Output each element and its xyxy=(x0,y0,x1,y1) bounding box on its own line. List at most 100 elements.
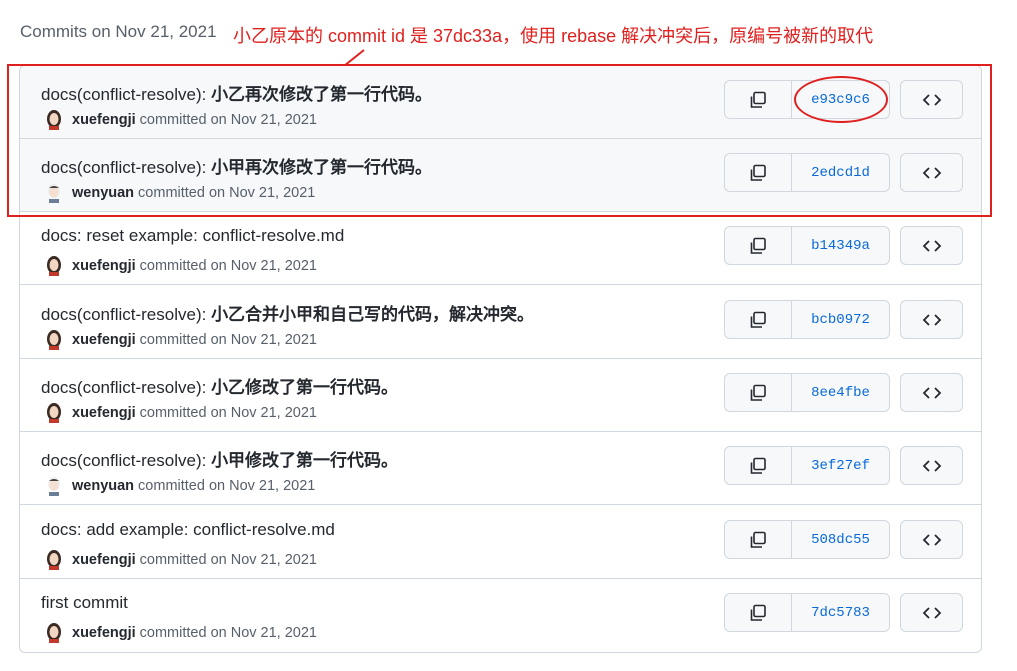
avatar[interactable] xyxy=(46,330,62,350)
commit-message-prefix: first commit xyxy=(41,593,128,612)
code-icon xyxy=(922,533,941,546)
browse-repo-button[interactable] xyxy=(900,593,963,632)
avatar[interactable] xyxy=(46,476,62,496)
code-icon xyxy=(922,459,941,472)
copy-sha-button[interactable] xyxy=(725,81,792,118)
commit-message-title: 小甲修改了第一行代码。 xyxy=(211,451,399,470)
commit-sha-group: b14349a xyxy=(724,226,890,265)
commit-message[interactable]: docs(conflict-resolve): 小乙合并小甲和自己写的代码，解决… xyxy=(41,300,534,325)
avatar[interactable] xyxy=(46,550,62,570)
copy-icon xyxy=(750,531,766,548)
author-name[interactable]: xuefengji xyxy=(72,552,136,568)
code-icon xyxy=(922,313,941,326)
commit-date: committed on Nov 21, 2021 xyxy=(138,478,316,494)
copy-sha-button[interactable] xyxy=(725,301,792,338)
avatar[interactable] xyxy=(46,403,62,423)
commit-meta: xuefengji committed on Nov 21, 2021 xyxy=(46,550,317,570)
copy-icon xyxy=(750,164,766,181)
commit-row: docs(conflict-resolve): 小甲再次修改了第一行代码。 we… xyxy=(20,139,981,212)
commit-sha-group: 8ee4fbe xyxy=(724,373,890,412)
commit-sha-group: 7dc5783 xyxy=(724,593,890,632)
commit-meta: xuefengji committed on Nov 21, 2021 xyxy=(46,403,317,423)
commit-message-prefix: docs(conflict-resolve): xyxy=(41,378,212,397)
browse-repo-button[interactable] xyxy=(900,80,963,119)
author-name[interactable]: xuefengji xyxy=(72,258,136,274)
commit-message[interactable]: docs(conflict-resolve): 小甲修改了第一行代码。 xyxy=(41,446,398,471)
commit-message-title: 小甲再次修改了第一行代码。 xyxy=(211,158,433,177)
author-name[interactable]: wenyuan xyxy=(72,478,134,494)
browse-repo-button[interactable] xyxy=(900,153,963,192)
commit-date: committed on Nov 21, 2021 xyxy=(139,405,317,421)
commit-sha-group: bcb0972 xyxy=(724,300,890,339)
commit-message[interactable]: docs(conflict-resolve): 小乙修改了第一行代码。 xyxy=(41,373,398,398)
commit-message[interactable]: docs: reset example: conflict-resolve.md xyxy=(41,226,344,246)
commit-row: docs(conflict-resolve): 小乙修改了第一行代码。 xuef… xyxy=(20,359,981,432)
copy-sha-button[interactable] xyxy=(725,447,792,484)
code-icon xyxy=(922,166,941,179)
commit-sha-group: 2edcd1d xyxy=(724,153,890,192)
commit-sha-link[interactable]: 8ee4fbe xyxy=(792,374,889,411)
copy-sha-button[interactable] xyxy=(725,154,792,191)
browse-repo-button[interactable] xyxy=(900,300,963,339)
commit-message-prefix: docs(conflict-resolve): xyxy=(41,305,212,324)
commit-message[interactable]: docs(conflict-resolve): 小甲再次修改了第一行代码。 xyxy=(41,153,432,178)
commit-date: committed on Nov 21, 2021 xyxy=(139,552,317,568)
avatar[interactable] xyxy=(46,256,62,276)
commit-date: committed on Nov 21, 2021 xyxy=(139,332,317,348)
commit-row: docs: add example: conflict-resolve.md x… xyxy=(20,506,981,579)
commit-message-prefix: docs: reset example: conflict-resolve.md xyxy=(41,226,345,245)
commit-message[interactable]: docs: add example: conflict-resolve.md xyxy=(41,520,335,540)
code-icon xyxy=(922,386,941,399)
commit-message[interactable]: first commit xyxy=(41,593,128,613)
commit-message[interactable]: docs(conflict-resolve): 小乙再次修改了第一行代码。 xyxy=(41,80,432,105)
author-name[interactable]: xuefengji xyxy=(72,112,136,128)
commit-message-prefix: docs: add example: conflict-resolve.md xyxy=(41,520,335,539)
copy-sha-button[interactable] xyxy=(725,374,792,411)
commit-sha-link[interactable]: 508dc55 xyxy=(792,521,889,558)
avatar[interactable] xyxy=(46,110,62,130)
commit-meta: xuefengji committed on Nov 21, 2021 xyxy=(46,623,317,643)
commit-sha-link[interactable]: bcb0972 xyxy=(792,301,889,338)
commit-row: docs(conflict-resolve): 小甲修改了第一行代码。 weny… xyxy=(20,432,981,505)
commit-group-header: Commits on Nov 21, 2021 xyxy=(20,22,217,41)
commit-sha-link[interactable]: e93c9c6 xyxy=(792,81,889,118)
commit-sha-link[interactable]: b14349a xyxy=(792,227,889,264)
copy-icon xyxy=(750,237,766,254)
commit-date: committed on Nov 21, 2021 xyxy=(138,185,316,201)
author-name[interactable]: xuefengji xyxy=(72,405,136,421)
commit-meta: wenyuan committed on Nov 21, 2021 xyxy=(46,183,315,203)
commit-row: first commit xuefengji committed on Nov … xyxy=(20,579,981,652)
commit-meta: xuefengji committed on Nov 21, 2021 xyxy=(46,110,317,130)
copy-icon xyxy=(750,457,766,474)
commit-meta: wenyuan committed on Nov 21, 2021 xyxy=(46,476,315,496)
commit-sha-group: 508dc55 xyxy=(724,520,890,559)
author-name[interactable]: xuefengji xyxy=(72,625,136,641)
commit-row: docs(conflict-resolve): 小乙合并小甲和自己写的代码，解决… xyxy=(20,286,981,359)
browse-repo-button[interactable] xyxy=(900,446,963,485)
copy-sha-button[interactable] xyxy=(725,594,792,631)
commit-date: committed on Nov 21, 2021 xyxy=(139,258,317,274)
copy-sha-button[interactable] xyxy=(725,521,792,558)
copy-icon xyxy=(750,311,766,328)
avatar[interactable] xyxy=(46,183,62,203)
commit-message-prefix: docs(conflict-resolve): xyxy=(41,85,212,104)
browse-repo-button[interactable] xyxy=(900,520,963,559)
commit-sha-link[interactable]: 3ef27ef xyxy=(792,447,889,484)
commit-message-title: 小乙再次修改了第一行代码。 xyxy=(211,85,433,104)
author-name[interactable]: xuefengji xyxy=(72,332,136,348)
copy-sha-button[interactable] xyxy=(725,227,792,264)
author-name[interactable]: wenyuan xyxy=(72,185,134,201)
commit-sha-link[interactable]: 2edcd1d xyxy=(792,154,889,191)
commit-message-prefix: docs(conflict-resolve): xyxy=(41,451,212,470)
code-icon xyxy=(922,93,941,106)
commit-sha-link[interactable]: 7dc5783 xyxy=(792,594,889,631)
avatar[interactable] xyxy=(46,623,62,643)
browse-repo-button[interactable] xyxy=(900,226,963,265)
code-icon xyxy=(922,606,941,619)
annotation-text: 小乙原本的 commit id 是 37dc33a，使用 rebase 解决冲突… xyxy=(233,26,874,46)
code-icon xyxy=(922,239,941,252)
commit-date: committed on Nov 21, 2021 xyxy=(139,625,317,641)
copy-icon xyxy=(750,604,766,621)
browse-repo-button[interactable] xyxy=(900,373,963,412)
copy-icon xyxy=(750,384,766,401)
